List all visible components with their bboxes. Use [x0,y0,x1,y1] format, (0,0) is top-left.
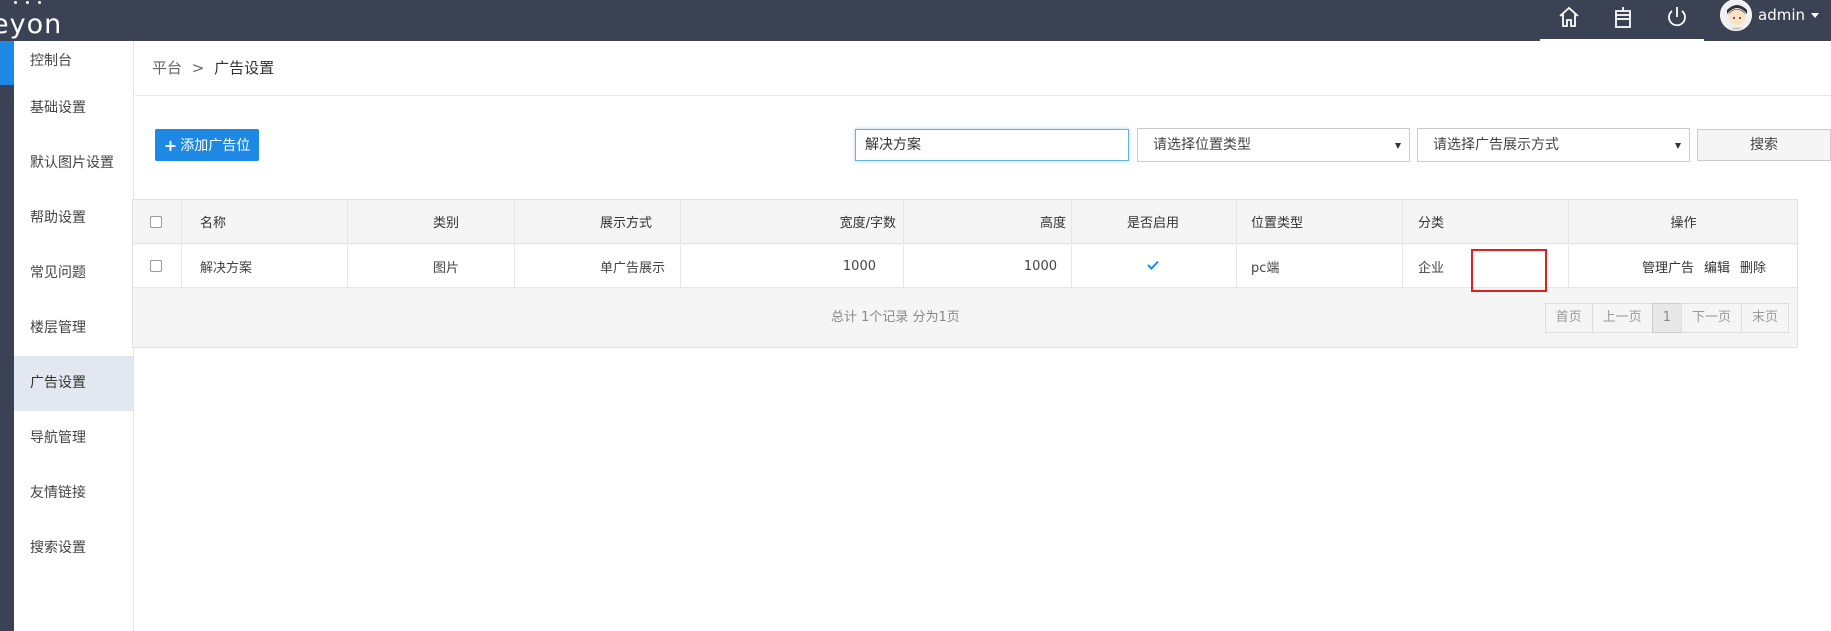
edit-link[interactable]: 编辑 [1704,257,1730,276]
user-name: admin [1758,6,1805,24]
search-input[interactable]: 解决方案 [855,129,1129,161]
sidebar: 控制台 基础设置 默认图片设置 帮助设置 常见问题 楼层管理 广告设置 导航管理… [14,41,134,631]
cell-height: 1000 [1023,258,1057,274]
sidebar-item-friend-links[interactable]: 友情链接 [14,466,133,521]
search-button[interactable]: 搜索 [1697,129,1831,161]
enabled-check-cell [1071,245,1235,287]
sidebar-item-floor-management[interactable]: 楼层管理 [14,301,133,356]
breadcrumb: 平台 > 广告设置 [152,41,274,95]
manage-ads-highlight [1471,249,1547,292]
col-height[interactable]: 高度 [903,200,1066,243]
add-ad-slot-button[interactable]: + 添加广告位 [155,129,259,161]
display-mode-select[interactable]: 请选择广告展示方式 [1417,128,1690,162]
main-content: 平台 > 广告设置 + 添加广告位 解决方案 请选择位置类型 请选择广告展示方式… [132,41,1831,631]
logo-text: eyon [0,9,60,40]
col-width[interactable]: 宽度/字数 [716,200,896,243]
sidebar-item-ad-settings[interactable]: 广告设置 [14,356,133,411]
cell-classification: 企业 [1418,260,1445,276]
row-select-cell [150,245,170,287]
position-type-placeholder: 请选择位置类型 [1153,137,1251,153]
table-row: 解决方案 图片 单广告展示 1000 1000 pc端 企业 管理广告 编辑 删… [133,245,1797,288]
ad-table: 名称 类别 展示方式 宽度/字数 高度 是否启用 位置类型 分类 操作 解决方案 [132,199,1798,348]
sidebar-item-search-settings[interactable]: 搜索设置 [14,521,133,576]
pagination: 首页 上一页 1 下一页 末页 [1544,303,1789,333]
power-icon[interactable] [1660,0,1694,34]
sidebar-item-dashboard[interactable]: 控制台 [14,41,133,81]
col-name[interactable]: 名称 [200,200,226,243]
last-page-button[interactable]: 末页 [1740,303,1789,333]
breadcrumb-root[interactable]: 平台 [152,59,182,77]
cell-width: 1000 [842,258,876,274]
col-display[interactable]: 展示方式 [600,200,652,243]
row-checkbox[interactable] [150,260,162,272]
cell-category: 图片 [433,260,460,276]
table-header: 名称 类别 展示方式 宽度/字数 高度 是否启用 位置类型 分类 操作 [133,200,1797,244]
select-all-checkbox[interactable] [150,215,162,228]
cell-position-type: pc端 [1251,260,1280,276]
sidebar-item-help-settings[interactable]: 帮助设置 [14,191,133,246]
table-footer: 总计 1个记录 分为1页 首页 上一页 1 下一页 末页 [133,289,1797,347]
breadcrumb-divider [135,95,1831,96]
display-mode-placeholder: 请选择广告展示方式 [1433,137,1559,153]
top-bar: eyon admin [0,0,1831,41]
col-actions: 操作 [1670,216,1697,231]
delete-link[interactable]: 删除 [1740,257,1766,276]
dropdown-arrow-icon [1395,143,1401,149]
select-all-cell [150,200,170,243]
sidebar-item-faq[interactable]: 常见问题 [14,246,133,301]
breadcrumb-current: 广告设置 [214,59,275,77]
next-page-button[interactable]: 下一页 [1680,303,1742,333]
shop-icon[interactable] [1606,0,1640,34]
sidebar-item-basic-settings[interactable]: 基础设置 [14,81,133,136]
col-enabled[interactable]: 是否启用 [1071,200,1235,243]
position-type-select[interactable]: 请选择位置类型 [1137,128,1410,162]
add-ad-slot-label: 添加广告位 [180,138,251,154]
pagination-summary: 总计 1个记录 分为1页 [831,310,960,325]
col-position-type[interactable]: 位置类型 [1251,200,1303,243]
logo[interactable]: eyon [0,0,60,41]
sidebar-item-default-image[interactable]: 默认图片设置 [14,136,133,191]
sidebar-item-nav-management[interactable]: 导航管理 [14,411,133,466]
left-strip-active [0,41,14,85]
col-category[interactable]: 类别 [433,200,459,243]
user-menu[interactable]: admin [1720,0,1819,31]
col-classification[interactable]: 分类 [1418,200,1444,243]
prev-page-button[interactable]: 上一页 [1591,303,1653,333]
plus-icon: + [163,135,178,155]
first-page-button[interactable]: 首页 [1544,303,1593,333]
current-page-button[interactable]: 1 [1651,303,1682,333]
manage-ads-link[interactable]: 管理广告 [1642,257,1694,276]
cell-name: 解决方案 [200,260,253,276]
breadcrumb-sep: > [191,59,205,77]
avatar [1720,0,1752,31]
actions-cell: 管理广告 编辑 删除 [1642,245,1766,287]
check-icon[interactable] [1147,258,1159,274]
dropdown-arrow-icon [1675,143,1681,149]
chevron-down-icon [1811,12,1819,18]
home-icon[interactable] [1552,0,1586,34]
left-strip [0,41,14,631]
cell-display: 单广告展示 [600,260,666,276]
